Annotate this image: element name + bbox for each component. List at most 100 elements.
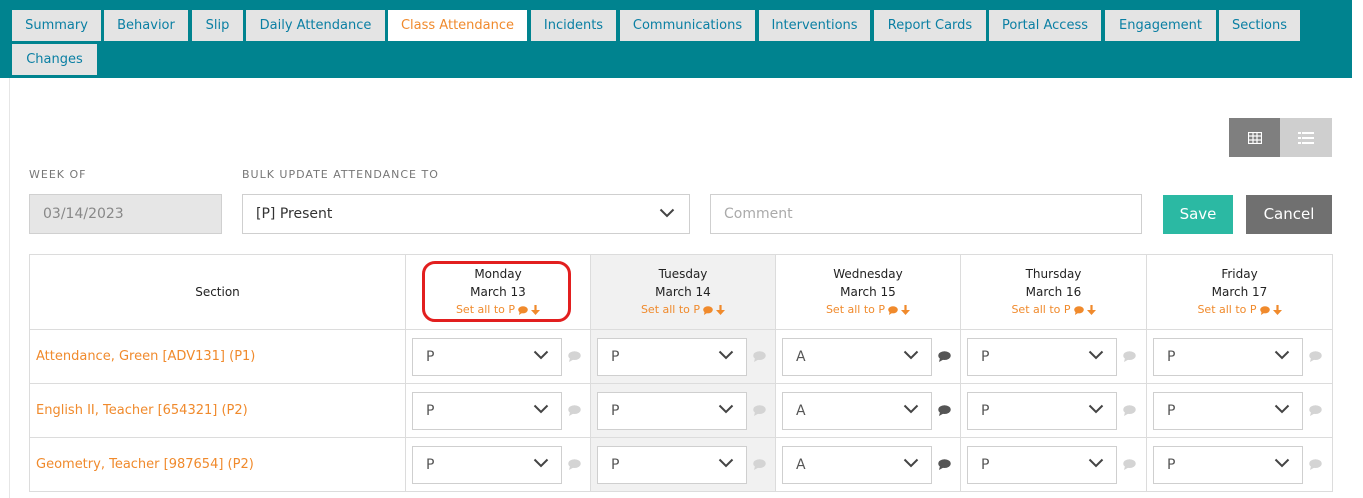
section-link[interactable]: English II, Teacher [654321] (P2) (29, 383, 406, 438)
set-all-label: Set all to P (1011, 303, 1071, 316)
attendance-select[interactable]: P (1153, 446, 1303, 484)
tab-sections[interactable]: Sections (1219, 10, 1300, 41)
set-all-link[interactable]: Set all to P (1011, 301, 1096, 319)
comment-icon[interactable] (1309, 405, 1322, 416)
day-date: March 14 (655, 285, 711, 299)
attendance-value: A (796, 403, 806, 419)
comment-icon[interactable] (753, 405, 766, 416)
comment-icon[interactable] (568, 351, 581, 362)
attendance-cell: P (960, 383, 1147, 438)
day-date: March 13 (470, 285, 526, 299)
comment-icon[interactable] (1123, 351, 1136, 362)
bulk-update-label: BULK UPDATE ATTENDANCE TO (242, 168, 439, 181)
tab-class-attendance[interactable]: Class Attendance (388, 10, 527, 41)
attendance-select[interactable]: P (597, 338, 747, 376)
attendance-select[interactable]: P (1153, 338, 1303, 376)
list-view-button[interactable] (1280, 118, 1332, 157)
attendance-value: P (981, 349, 990, 365)
section-link[interactable]: Geometry, Teacher [987654] (P2) (29, 437, 406, 492)
set-all-label: Set all to P (825, 303, 886, 316)
attendance-value: P (981, 457, 990, 473)
tab-report-cards[interactable]: Report Cards (874, 10, 986, 41)
tab-summary[interactable]: Summary (12, 10, 101, 41)
attendance-cell: A (775, 383, 961, 438)
attendance-cell: P (1146, 329, 1333, 384)
attendance-select[interactable]: P (412, 446, 562, 484)
attendance-select[interactable]: P (597, 446, 747, 484)
comment-icon[interactable] (568, 459, 581, 470)
tab-communications[interactable]: Communications (620, 10, 755, 41)
tab-portal-access[interactable]: Portal Access (989, 10, 1101, 41)
attendance-select[interactable]: A (782, 338, 932, 376)
attendance-value: P (426, 457, 435, 473)
set-all-link[interactable]: Set all to P (455, 301, 541, 319)
grid-view-button[interactable] (1229, 118, 1280, 157)
attendance-value: P (426, 349, 435, 365)
bulk-update-select[interactable]: [P] Present (242, 194, 690, 234)
table-header-row: Section Monday March 13 Set all to P Tue… (29, 254, 1333, 330)
attendance-select[interactable]: P (967, 338, 1117, 376)
attendance-cell: P (1146, 437, 1333, 492)
comment-icon[interactable] (938, 459, 951, 470)
tab-incidents[interactable]: Incidents (531, 10, 616, 41)
day-name: Friday (1221, 267, 1258, 281)
day-date: March 15 (840, 285, 896, 299)
attendance-select[interactable]: P (1153, 392, 1303, 430)
comment-icon[interactable] (938, 405, 951, 416)
cancel-button[interactable]: Cancel (1246, 195, 1332, 234)
chevron-down-icon (1274, 350, 1290, 360)
bulk-update-value: [P] Present (256, 206, 333, 222)
chevron-down-icon (1274, 458, 1290, 468)
set-all-label: Set all to P (1197, 303, 1257, 316)
arrow-down-icon (531, 305, 541, 315)
chevron-down-icon (903, 350, 919, 360)
attendance-select[interactable]: P (412, 392, 562, 430)
comment-icon[interactable] (1123, 405, 1136, 416)
chevron-down-icon (533, 350, 549, 360)
tab-slip[interactable]: Slip (192, 10, 243, 41)
save-button[interactable]: Save (1163, 195, 1233, 234)
comment-icon[interactable] (1309, 459, 1322, 470)
attendance-value: P (611, 457, 620, 473)
tab-changes[interactable]: Changes (12, 44, 97, 75)
tab-engagement[interactable]: Engagement (1105, 10, 1216, 41)
chevron-down-icon (659, 208, 675, 218)
comment-icon[interactable] (753, 351, 766, 362)
comment-icon[interactable] (938, 351, 951, 362)
comment-icon[interactable] (1123, 459, 1136, 470)
attendance-cell: P (405, 329, 591, 384)
tab-daily-attendance[interactable]: Daily Attendance (246, 10, 385, 41)
chevron-down-icon (903, 458, 919, 468)
attendance-select[interactable]: A (782, 392, 932, 430)
set-all-link[interactable]: Set all to P (641, 301, 726, 319)
tab-bar: Summary Behavior Slip Daily Attendance C… (0, 0, 1352, 78)
comment-icon[interactable] (1309, 351, 1322, 362)
attendance-select[interactable]: P (597, 392, 747, 430)
attendance-value: P (611, 349, 620, 365)
section-link[interactable]: Attendance, Green [ADV131] (P1) (29, 329, 406, 384)
set-all-label: Set all to P (455, 303, 516, 316)
comment-icon[interactable] (753, 459, 766, 470)
attendance-cell: A (775, 329, 961, 384)
tab-interventions[interactable]: Interventions (759, 10, 870, 41)
chevron-down-icon (718, 350, 734, 360)
comment-input[interactable]: Comment (710, 194, 1142, 234)
attendance-select[interactable]: P (967, 446, 1117, 484)
chevron-down-icon (533, 458, 549, 468)
attendance-select[interactable]: P (412, 338, 562, 376)
week-of-input[interactable]: 03/14/2023 (29, 194, 222, 234)
comment-icon[interactable] (568, 405, 581, 416)
attendance-value: P (611, 403, 620, 419)
attendance-cell: A (775, 437, 961, 492)
attendance-select[interactable]: A (782, 446, 932, 484)
tab-behavior[interactable]: Behavior (104, 10, 188, 41)
set-all-link[interactable]: Set all to P (825, 301, 911, 319)
attendance-select[interactable]: P (967, 392, 1117, 430)
set-all-link[interactable]: Set all to P (1197, 301, 1282, 319)
chevron-down-icon (1088, 404, 1104, 414)
comment-icon (518, 305, 528, 315)
day-header-wednesday: Wednesday March 15 Set all to P (775, 254, 961, 330)
attendance-cell: P (590, 437, 776, 492)
attendance-cell: P (960, 437, 1147, 492)
week-of-label: WEEK OF (29, 168, 87, 181)
